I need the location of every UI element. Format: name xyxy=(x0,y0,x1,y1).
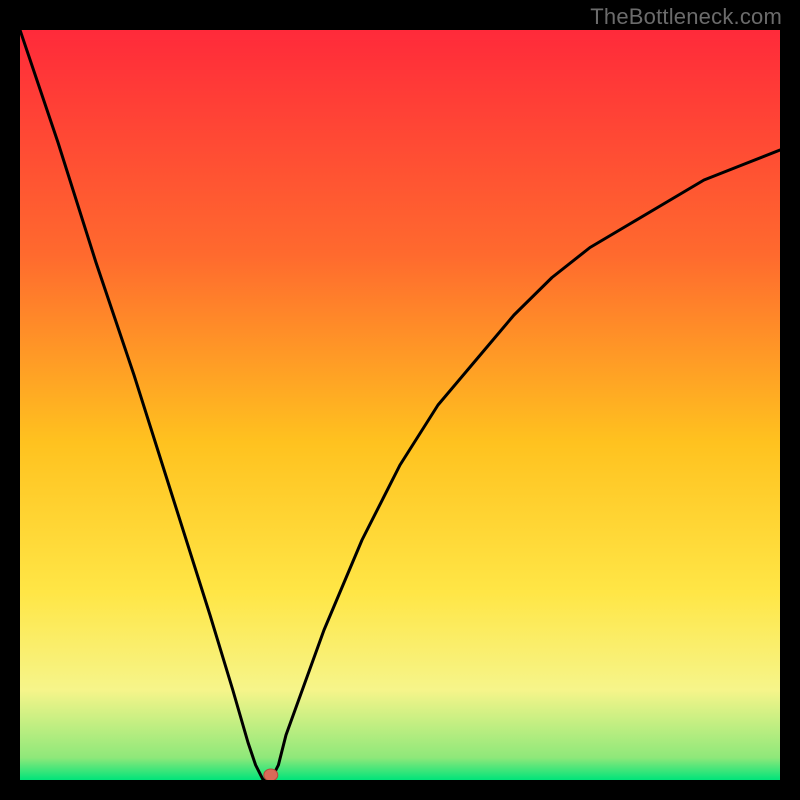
chart-root: TheBottleneck.com xyxy=(0,0,800,800)
optimum-marker xyxy=(264,769,278,780)
plot-svg xyxy=(20,30,780,780)
plot-frame xyxy=(20,30,780,780)
gradient-rect xyxy=(20,30,780,780)
watermark-text: TheBottleneck.com xyxy=(590,4,782,30)
